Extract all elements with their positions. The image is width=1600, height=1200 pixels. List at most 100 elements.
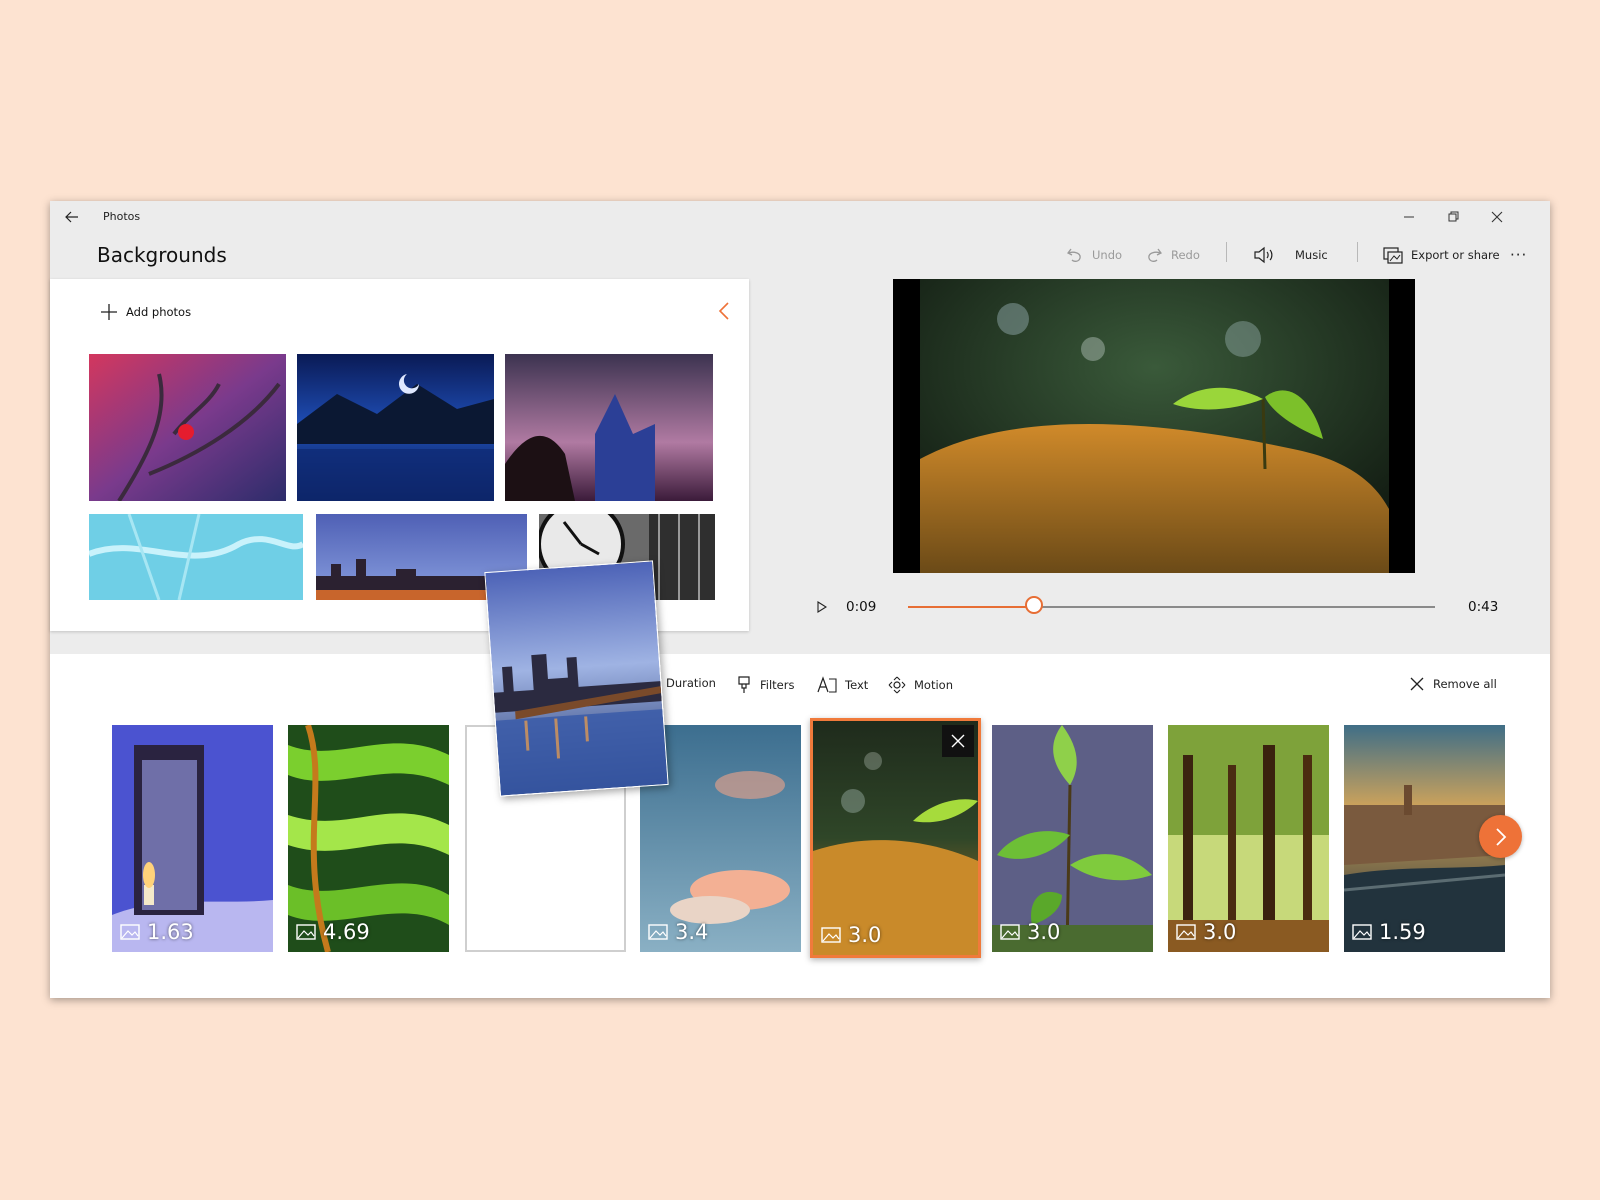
card-duration-text: 1.59 [1379,920,1426,944]
undo-button[interactable]: Undo [1066,240,1122,270]
storyboard-card-candle-lantern[interactable]: 1.63 [112,725,273,952]
motion-label: Motion [914,678,953,692]
filters-brush-icon [738,676,750,693]
green-abstract-photo [288,725,449,952]
forest-photo [1168,725,1329,952]
card-duration-text: 1.63 [147,920,194,944]
redo-button[interactable]: Redo [1145,240,1200,270]
dragged-photo-city-bridge[interactable] [484,560,669,797]
remove-all-label: Remove all [1433,677,1497,691]
duration-label: Duration [666,676,716,690]
music-label: Music [1295,248,1328,262]
speaker-icon [1254,246,1273,264]
card-duration-text: 3.0 [848,923,882,947]
restore-icon [1448,211,1459,222]
close-icon [1491,211,1503,223]
card-duration-badge: 4.69 [296,920,370,944]
castle-photo [505,354,713,501]
card-duration-text: 3.4 [675,920,709,944]
motion-button[interactable]: Motion [888,676,953,694]
remove-all-button[interactable]: Remove all [1409,676,1497,692]
title-bar: Photos [50,201,1550,233]
toolbar-divider [1357,242,1358,262]
chevron-right-icon [1495,827,1506,846]
current-time: 0:09 [846,599,877,615]
photos-window: Photos Backgrounds Undo Redo Music Expor… [50,201,1550,998]
card-duration-text: 4.69 [323,920,370,944]
undo-label: Undo [1092,248,1123,262]
card-duration-badge: 1.59 [1352,920,1426,944]
library-photo-castle-at-dusk[interactable] [505,354,713,501]
ice-photo [89,514,303,600]
duration-button[interactable]: Duration [666,676,716,690]
candle-photo [112,725,273,952]
add-photos-button[interactable]: Add photos [100,303,191,321]
arrow-left-icon [65,211,78,223]
chevron-left-icon [718,302,729,320]
motion-icon [888,676,906,694]
play-button[interactable] [813,598,831,616]
image-icon [1176,924,1196,940]
library-photo-red-berry-branch[interactable] [89,354,286,501]
card-duration-badge: 3.0 [1176,920,1236,944]
video-preview[interactable] [893,279,1415,573]
page-title: Backgrounds [97,243,227,267]
city-bridge-photo [485,561,668,796]
seek-slider-handle[interactable] [1025,596,1044,614]
storyboard-card-green-abstract[interactable]: 4.69 [288,725,449,952]
text-button[interactable]: Text [817,676,868,694]
export-share-button[interactable]: Export or share [1383,240,1500,270]
branch-photo [89,354,286,501]
image-icon [296,924,316,940]
storyboard-card-green-leaves[interactable]: 3.0 [992,725,1153,952]
filters-label: Filters [760,678,795,692]
image-icon [1352,924,1372,940]
lake-photo [297,354,494,501]
image-icon [821,927,841,943]
add-photos-label: Add photos [126,305,192,319]
more-dots-icon: ··· [1510,246,1528,264]
library-photo-frosted-ice-pattern[interactable] [89,514,303,600]
more-options-button[interactable]: ··· [1510,240,1527,270]
seedling-preview-photo [920,279,1389,573]
card-duration-text: 3.0 [1203,920,1237,944]
redo-icon [1148,248,1162,262]
export-label: Export or share [1411,248,1500,262]
library-photo-moonlit-mountain-lake[interactable] [297,354,494,501]
text-label: Text [845,678,869,692]
card-duration-text: 3.0 [1027,920,1061,944]
collapse-library-button[interactable] [718,301,738,325]
card-duration-badge: 3.0 [821,923,881,947]
seek-progress-fill [908,606,1035,608]
close-icon [1410,677,1424,691]
filters-button[interactable]: Filters [736,676,794,694]
text-icon [817,676,837,693]
app-title: Photos [103,210,141,223]
image-icon [1000,924,1020,940]
storyboard-card-forest-trees[interactable]: 3.0 [1168,725,1329,952]
leaves-photo [992,725,1153,952]
music-button[interactable]: Music [1253,240,1328,270]
close-window-button[interactable] [1485,205,1509,229]
remove-card-button[interactable] [942,725,974,757]
card-duration-badge: 3.4 [648,920,708,944]
minimize-button[interactable] [1397,205,1421,229]
scroll-next-button[interactable] [1479,815,1522,858]
minimize-icon [1404,216,1414,218]
storyboard: Duration Filters Text Motion Remove all [50,654,1550,998]
storyboard-card-seedling-moss[interactable]: 3.0 [810,718,981,958]
back-button[interactable] [60,205,84,229]
seek-slider[interactable] [908,596,1435,614]
total-time: 0:43 [1468,599,1499,615]
close-icon [951,734,965,748]
image-icon [120,924,140,940]
restore-button[interactable] [1441,205,1465,229]
toolbar-divider [1226,242,1227,262]
plus-icon [101,304,117,320]
image-icon [648,924,668,940]
undo-icon [1067,248,1081,262]
export-icon [1383,247,1403,264]
card-duration-badge: 1.63 [120,920,194,944]
play-icon [817,601,827,613]
redo-label: Redo [1171,248,1200,262]
